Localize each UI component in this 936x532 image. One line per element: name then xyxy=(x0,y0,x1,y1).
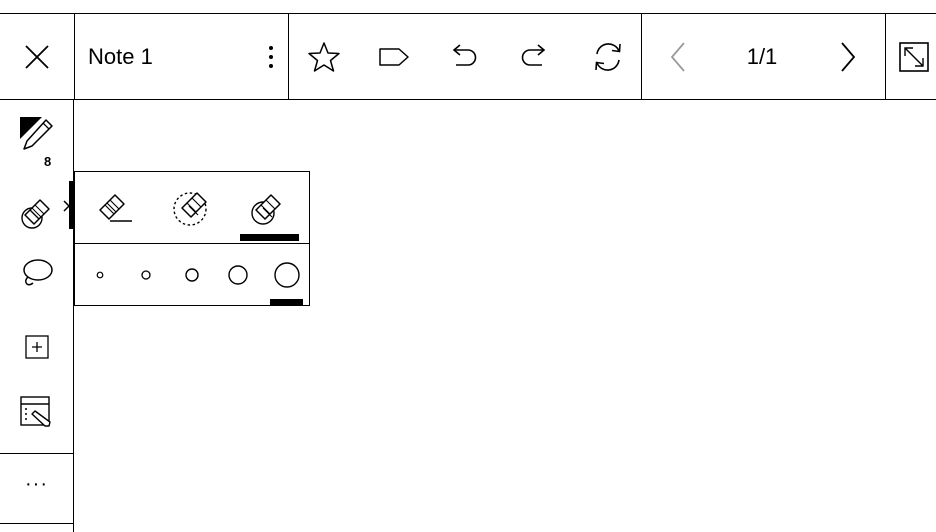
more-tools-button[interactable]: ··· xyxy=(0,474,73,502)
tag-icon xyxy=(379,48,409,66)
tag-button[interactable] xyxy=(370,14,418,100)
drawing-canvas[interactable] xyxy=(74,100,936,532)
sync-button[interactable] xyxy=(580,14,636,100)
lasso-tool-button[interactable] xyxy=(0,248,73,298)
eraser-tool-button[interactable] xyxy=(0,184,73,240)
template-icon xyxy=(19,396,51,427)
sidebar-divider xyxy=(0,453,73,454)
expand-button[interactable] xyxy=(892,14,936,100)
sidebar-divider xyxy=(0,523,73,524)
top-toolbar: Note 1 1/1 xyxy=(0,13,936,100)
add-page-button[interactable] xyxy=(0,322,73,372)
close-icon xyxy=(25,45,49,69)
template-button[interactable] xyxy=(0,386,73,438)
add-page-icon xyxy=(24,335,49,359)
more-vertical-icon xyxy=(269,46,273,68)
sync-icon xyxy=(595,43,621,71)
note-menu-button[interactable] xyxy=(254,14,288,100)
tool-sidebar: 8 ··· xyxy=(0,100,74,532)
next-page-button[interactable] xyxy=(826,14,870,100)
next-page-icon xyxy=(841,42,856,72)
star-icon xyxy=(308,42,340,72)
pen-tool-button[interactable]: 8 xyxy=(0,108,73,169)
undo-button[interactable] xyxy=(440,14,488,100)
pen-size-label: 8 xyxy=(44,154,52,169)
redo-button[interactable] xyxy=(510,14,558,100)
note-title[interactable]: Note 1 xyxy=(88,14,153,100)
lasso-icon xyxy=(22,259,53,286)
redo-icon xyxy=(521,44,546,66)
favorite-button[interactable] xyxy=(300,14,348,100)
prev-page-button[interactable] xyxy=(656,14,700,100)
prev-page-icon xyxy=(670,42,685,72)
submenu-arrow-icon xyxy=(63,200,71,212)
close-button[interactable] xyxy=(0,14,74,100)
expand-icon xyxy=(899,42,929,72)
page-indicator[interactable]: 1/1 xyxy=(712,14,812,100)
pen-icon xyxy=(19,117,53,150)
undo-icon xyxy=(452,44,477,66)
eraser-icon xyxy=(20,199,50,229)
